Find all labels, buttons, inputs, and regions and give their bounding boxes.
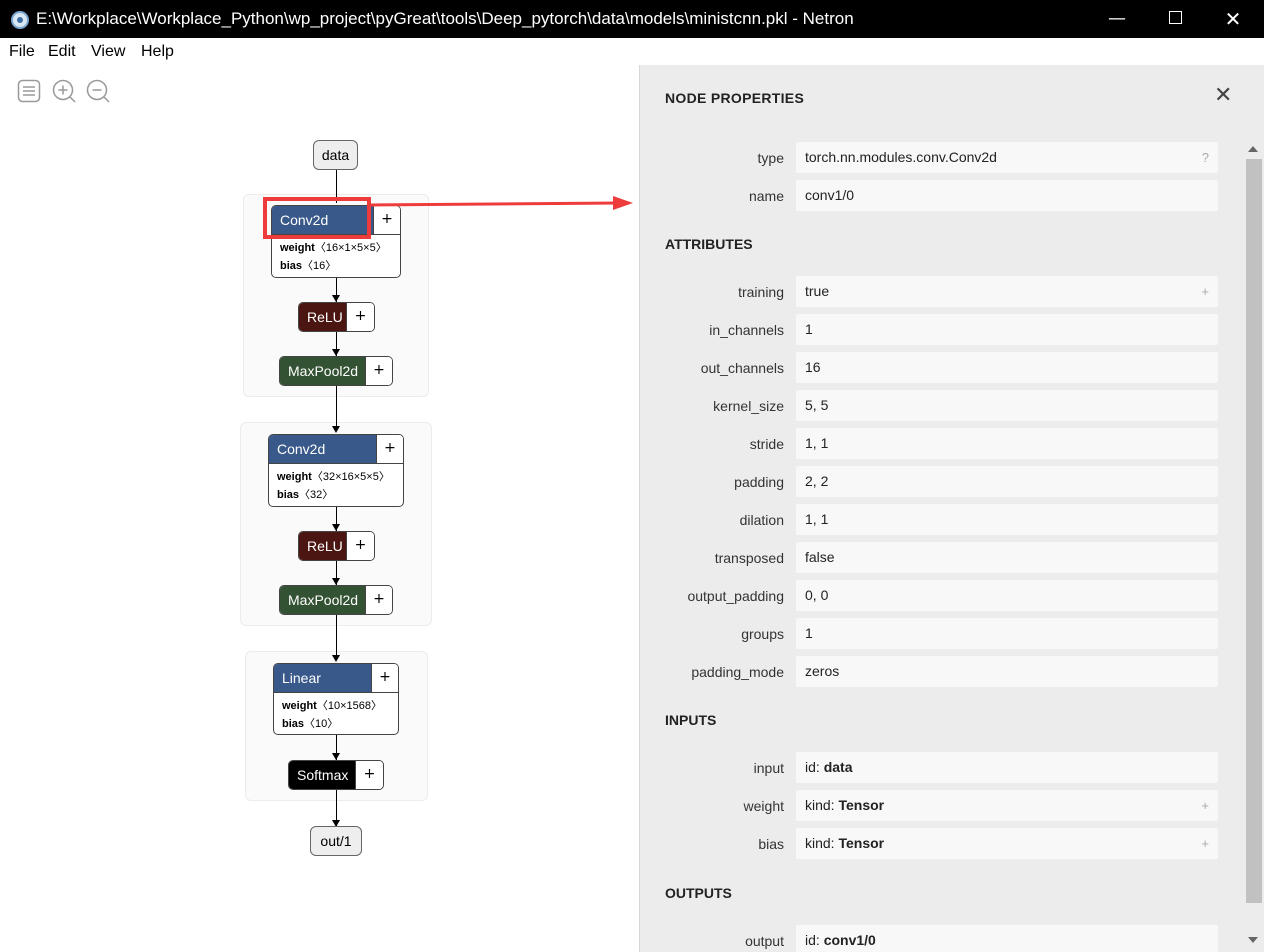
highlight-arrow	[370, 196, 633, 210]
